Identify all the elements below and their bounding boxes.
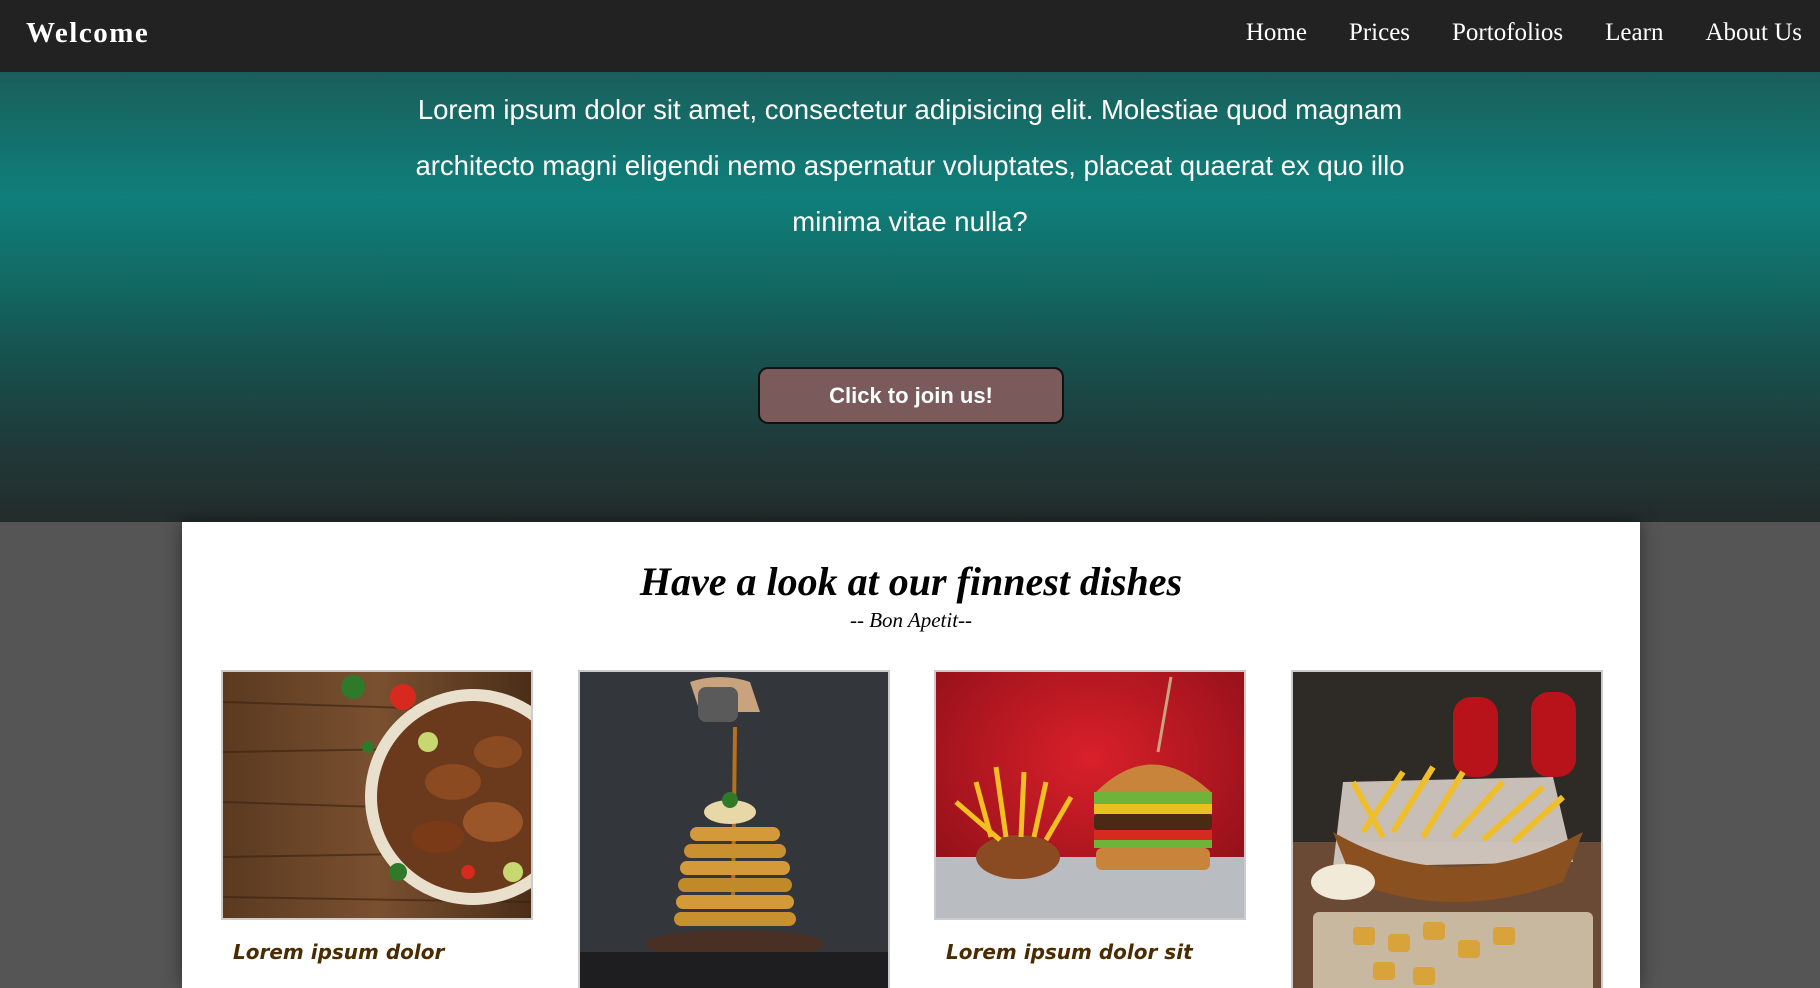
dish-card[interactable] — [578, 670, 890, 988]
join-button[interactable]: Click to join us! — [758, 367, 1064, 424]
nav-link-portofolios[interactable]: Portofolios — [1452, 19, 1563, 47]
nav-links: Home Prices Portofolios Learn About Us — [1204, 19, 1802, 47]
dish-image-pancakes[interactable] — [578, 670, 890, 988]
dishes-panel: Have a look at our finnest dishes -- Bon… — [182, 522, 1640, 988]
dish-image-chicken[interactable] — [221, 670, 533, 920]
dish-card[interactable]: Lorem ipsum dolor sit — [934, 670, 1246, 988]
nav-link-about-us[interactable]: About Us — [1705, 19, 1802, 47]
dish-card[interactable]: Lorem ipsum dolor — [221, 670, 533, 988]
nav-link-home[interactable]: Home — [1246, 19, 1307, 47]
nav-link-prices[interactable]: Prices — [1349, 19, 1410, 47]
navbar: Welcome Home Prices Portofolios Learn Ab… — [0, 0, 1820, 72]
nav-link-learn[interactable]: Learn — [1605, 19, 1663, 47]
dish-image-burger[interactable] — [934, 670, 1246, 920]
dishes-title: Have a look at our finnest dishes — [639, 559, 1183, 604]
dish-card[interactable] — [1291, 670, 1603, 988]
dishes-subtitle: -- Bon Apetit-- — [849, 608, 973, 632]
hero-section: Lorem ipsum dolor sit amet, consectetur … — [0, 72, 1820, 522]
dish-image-fries[interactable] — [1291, 670, 1603, 988]
hero-text: Lorem ipsum dolor sit amet, consectetur … — [415, 94, 1405, 237]
dish-caption: Lorem ipsum dolor sit — [946, 940, 1193, 964]
brand-logo[interactable]: Welcome — [26, 17, 149, 50]
dish-caption: Lorem ipsum dolor — [233, 940, 445, 964]
